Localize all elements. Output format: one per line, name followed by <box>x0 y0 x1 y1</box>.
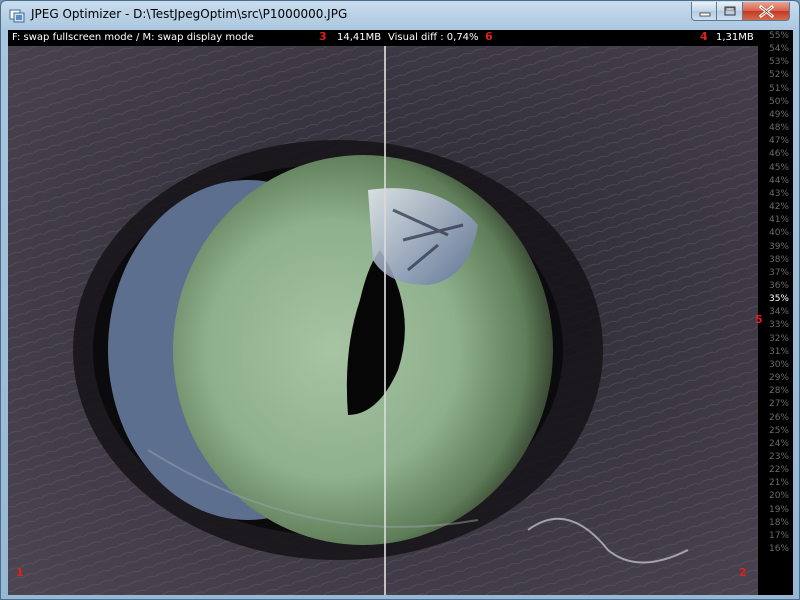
quality-tick[interactable]: 18% <box>758 517 793 530</box>
quality-scale[interactable]: 55% 54% 53% 52% 51% 50% 49% 48% 47% 46% 45% 44% 43% 4… <box>758 30 793 595</box>
quality-tick[interactable]: 46% <box>758 148 793 161</box>
quality-tick[interactable]: 21% <box>758 477 793 490</box>
shortcut-hint: F: swap fullscreen mode / M: swap displa… <box>12 32 254 43</box>
maximize-icon <box>724 6 736 16</box>
quality-tick[interactable]: 41% <box>758 214 793 227</box>
quality-tick[interactable]: 53% <box>758 56 793 69</box>
quality-tick[interactable]: 37% <box>758 267 793 280</box>
quality-tick[interactable]: 16% <box>758 543 793 556</box>
image-viewport[interactable]: F: swap fullscreen mode / M: swap displa… <box>8 30 793 595</box>
comparison-splitter[interactable] <box>384 30 386 595</box>
quality-tick[interactable]: 33% <box>758 319 793 332</box>
original-size: 14,41MB <box>337 32 382 43</box>
quality-tick[interactable]: 42% <box>758 201 793 214</box>
quality-tick[interactable]: 40% <box>758 227 793 240</box>
quality-tick[interactable]: 31% <box>758 346 793 359</box>
quality-tick[interactable]: 48% <box>758 122 793 135</box>
app-window-icon <box>9 7 25 23</box>
quality-tick[interactable]: 52% <box>758 69 793 82</box>
title-bar[interactable]: JPEG Optimizer - D:\TestJpegOptim\src\P1… <box>1 1 799 29</box>
quality-tick[interactable]: 51% <box>758 83 793 96</box>
quality-tick[interactable]: 32% <box>758 333 793 346</box>
marker-6: 6 <box>485 30 493 43</box>
marker-3: 3 <box>319 30 327 43</box>
quality-tick[interactable]: 20% <box>758 490 793 503</box>
app-window: JPEG Optimizer - D:\TestJpegOptim\src\P1… <box>0 0 800 600</box>
quality-tick[interactable]: 36% <box>758 280 793 293</box>
marker-5: 5 <box>755 313 763 326</box>
quality-tick[interactable]: 49% <box>758 109 793 122</box>
quality-tick[interactable]: 17% <box>758 530 793 543</box>
minimize-button[interactable] <box>691 2 717 21</box>
quality-tick[interactable]: 30% <box>758 359 793 372</box>
quality-tick[interactable]: 19% <box>758 504 793 517</box>
quality-tick[interactable]: 54% <box>758 43 793 56</box>
comparison-image[interactable] <box>8 30 758 595</box>
info-bar: F: swap fullscreen mode / M: swap displa… <box>8 30 758 46</box>
quality-tick[interactable]: 28% <box>758 385 793 398</box>
close-icon <box>758 4 775 19</box>
marker-2: 2 <box>739 566 747 579</box>
quality-tick[interactable]: 26% <box>758 412 793 425</box>
quality-tick[interactable]: 27% <box>758 398 793 411</box>
window-title: JPEG Optimizer - D:\TestJpegOptim\src\P1… <box>31 7 348 21</box>
quality-tick[interactable]: 22% <box>758 464 793 477</box>
quality-tick[interactable]: 55% <box>758 30 793 43</box>
visual-diff: Visual diff : 0,74% <box>388 32 479 43</box>
quality-tick[interactable]: 47% <box>758 135 793 148</box>
quality-tick[interactable]: 39% <box>758 241 793 254</box>
quality-tick[interactable]: 45% <box>758 162 793 175</box>
quality-tick[interactable]: 35% <box>758 293 793 306</box>
marker-4: 4 <box>700 30 708 43</box>
quality-tick[interactable]: 50% <box>758 96 793 109</box>
minimize-icon <box>699 12 711 17</box>
quality-tick[interactable]: 44% <box>758 175 793 188</box>
quality-tick[interactable]: 34% <box>758 306 793 319</box>
marker-1: 1 <box>16 566 24 579</box>
close-button[interactable] <box>743 2 790 21</box>
quality-tick[interactable]: 43% <box>758 188 793 201</box>
optimized-size: 1,31MB <box>716 32 754 43</box>
quality-tick[interactable]: 24% <box>758 438 793 451</box>
quality-tick[interactable]: 29% <box>758 372 793 385</box>
maximize-button[interactable] <box>717 2 743 21</box>
quality-tick[interactable]: 23% <box>758 451 793 464</box>
quality-tick[interactable]: 38% <box>758 254 793 267</box>
quality-tick[interactable]: 25% <box>758 425 793 438</box>
